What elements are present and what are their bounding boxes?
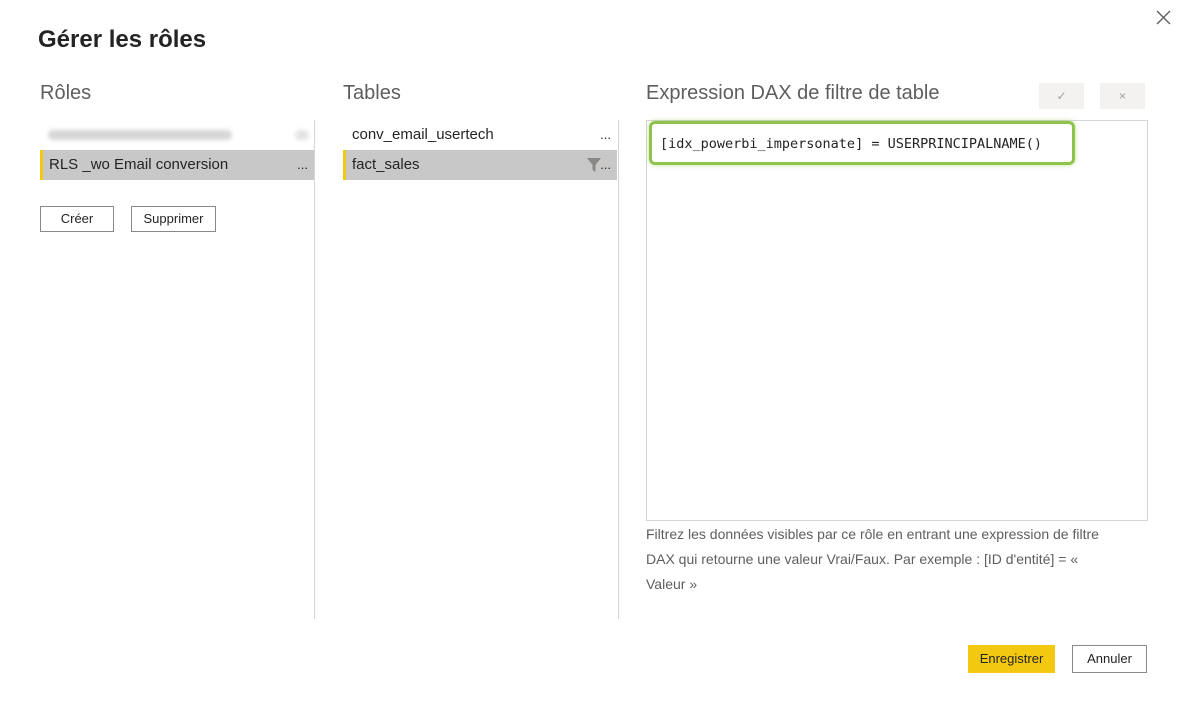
- table-item-label: fact_sales: [352, 156, 420, 173]
- table-item[interactable]: conv_email_usertech ...: [343, 120, 617, 150]
- highlight-annotation: [649, 121, 1075, 165]
- column-divider: [314, 120, 315, 619]
- close-button[interactable]: [1150, 4, 1178, 32]
- close-icon: [1156, 10, 1171, 25]
- help-text: Filtrez les données visibles par ce rôle…: [646, 526, 1099, 592]
- column-divider: [618, 120, 619, 619]
- redacted-text: [295, 130, 309, 140]
- roles-heading: Rôles: [40, 82, 92, 104]
- role-item-selected[interactable]: RLS _wo Email conversion ...: [40, 150, 314, 180]
- table-item-selected[interactable]: fact_sales ...: [343, 150, 617, 180]
- confirm-expression-button[interactable]: ✓: [1039, 83, 1084, 109]
- table-item-label: conv_email_usertech: [352, 126, 494, 143]
- tables-heading: Tables: [343, 82, 401, 104]
- create-role-button[interactable]: Créer: [40, 206, 114, 232]
- table-more-button[interactable]: ...: [600, 150, 611, 180]
- delete-role-button[interactable]: Supprimer: [131, 206, 216, 232]
- dialog-title: Gérer les rôles: [38, 26, 207, 53]
- discard-expression-button[interactable]: ×: [1100, 83, 1145, 109]
- table-more-button[interactable]: ...: [600, 120, 611, 150]
- role-item-redacted[interactable]: [40, 120, 314, 150]
- role-more-button[interactable]: ...: [297, 150, 308, 180]
- expression-heading: Expression DAX de filtre de table: [646, 82, 940, 104]
- dax-editor[interactable]: [646, 120, 1148, 521]
- role-item-label: RLS _wo Email conversion: [49, 156, 229, 173]
- cancel-button[interactable]: Annuler: [1072, 645, 1147, 673]
- save-button[interactable]: Enregistrer: [968, 645, 1055, 673]
- redacted-text: [48, 130, 232, 140]
